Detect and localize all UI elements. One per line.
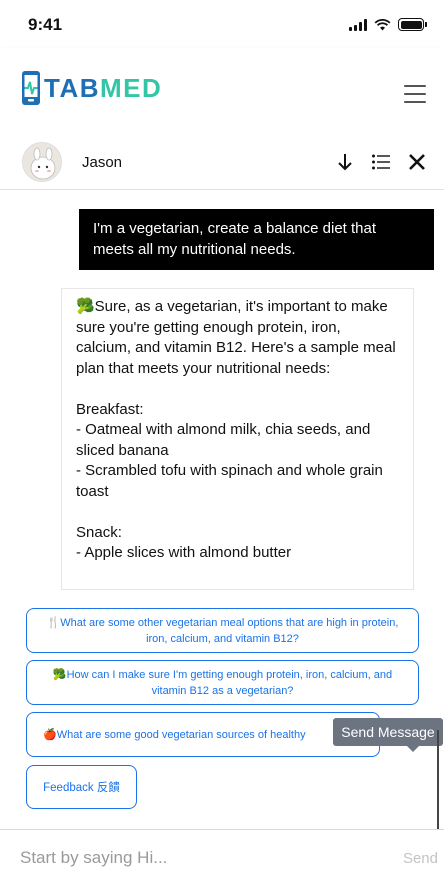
chat-actions [334,151,428,173]
battery-icon [398,18,427,31]
user-message: I'm a vegetarian, create a balance diet … [79,209,434,270]
message-input[interactable] [0,830,380,886]
logo-text-tab: TAB [44,72,101,103]
broccoli-icon: 🥦 [52,668,67,681]
wifi-icon [374,18,391,30]
suggestion-text: 🥦How can I make sure I'm getting enough … [52,668,393,697]
signal-icon [349,18,367,31]
list-icon[interactable] [370,151,392,173]
logo-text-med: MED [100,72,163,103]
status-time: 9:41 [28,15,63,34]
status-icons [349,18,427,31]
arrow-down-icon[interactable] [334,151,356,173]
apple-icon: 🍎 [43,728,57,741]
bot-message: 🥦Sure, as a vegetarian, it's important t… [61,288,414,590]
hamburger-menu-icon[interactable] [404,85,426,103]
chat-contact-name: Jason [82,154,123,171]
tabmed-logo: TABMED [20,70,162,106]
suggestion-text: 🍴What are some other vegetarian meal opt… [46,616,399,645]
logo-text: TABMED [44,73,162,104]
suggestion-button[interactable]: 🍴What are some other vegetarian meal opt… [26,608,419,653]
chat-header: Jason [0,138,444,190]
close-icon[interactable] [406,151,428,173]
fork-knife-icon: 🍴 [46,616,61,629]
logo-mark-icon [22,71,40,105]
suggestion-text: 🍎What are some good vegetarian sources o… [43,728,306,741]
status-bar: 9:41 [0,0,444,48]
suggestion-button[interactable]: 🍎What are some good vegetarian sources o… [26,712,380,757]
feedback-button[interactable]: Feedback 反饋 [26,765,137,809]
avatar [22,142,62,182]
suggestion-button[interactable]: 🥦How can I make sure I'm getting enough … [26,660,419,705]
send-message-tooltip: Send Message [333,718,443,752]
bunny-avatar-icon [23,143,61,181]
app-header: TABMED [0,48,444,138]
message-input-bar: Send [0,829,444,888]
send-button[interactable]: Send [403,850,438,867]
